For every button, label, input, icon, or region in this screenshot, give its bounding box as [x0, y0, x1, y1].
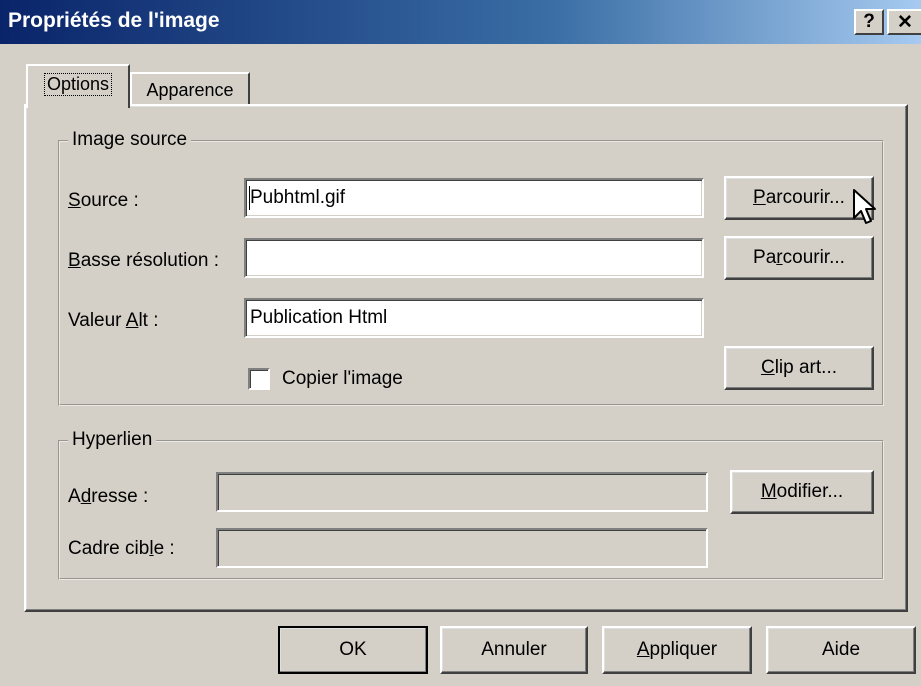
tab-apparence[interactable]: Apparence	[130, 72, 250, 106]
copy-image-label: Copier l'image	[282, 368, 403, 389]
alt-input[interactable]: Publication Html	[244, 298, 704, 338]
modify-button[interactable]: Modifier...	[730, 470, 874, 514]
options-panel: Image source Source : Pubhtml.gif Parcou…	[24, 104, 908, 612]
window-title: Propriétés de l'image	[8, 9, 220, 32]
hyperlink-group: Hyperlien Adresse : Modifier... Cadre ci…	[58, 429, 884, 580]
low-res-label: Basse résolution :	[68, 250, 220, 271]
address-label: Adresse :	[68, 486, 149, 507]
tab-options[interactable]: Options	[26, 64, 130, 108]
image-source-group: Image source Source : Pubhtml.gif Parcou…	[58, 129, 884, 406]
address-input[interactable]	[216, 472, 708, 512]
help-icon[interactable]: ?	[854, 9, 884, 35]
low-res-input[interactable]	[244, 238, 704, 278]
browse-low-res-button[interactable]: Pa r courir...	[724, 236, 874, 280]
copy-image-checkbox[interactable]	[248, 368, 270, 390]
target-frame-label: Cadre cible :	[68, 538, 175, 559]
source-label: Source :	[68, 190, 139, 211]
close-icon[interactable]: ✕	[887, 9, 921, 35]
tab-options-label: Options	[43, 72, 113, 96]
ok-button[interactable]: OK	[278, 626, 428, 674]
cancel-button[interactable]: Annuler	[440, 626, 588, 674]
help-button[interactable]: Aide	[766, 626, 916, 674]
mouse-pointer-icon	[853, 189, 876, 224]
source-input[interactable]: Pubhtml.gif	[244, 178, 704, 218]
image-source-legend: Image source	[68, 129, 192, 151]
clip-art-button[interactable]: Clip art...	[724, 346, 874, 390]
alt-label: Valeur Alt :	[68, 310, 159, 331]
apply-button[interactable]: Appliquer	[602, 626, 752, 674]
title-bar[interactable]: Propriétés de l'image ? ✕	[0, 0, 921, 44]
tab-apparence-label: Apparence	[146, 79, 234, 100]
hyperlink-legend: Hyperlien	[68, 429, 157, 451]
target-frame-input[interactable]	[216, 528, 708, 568]
